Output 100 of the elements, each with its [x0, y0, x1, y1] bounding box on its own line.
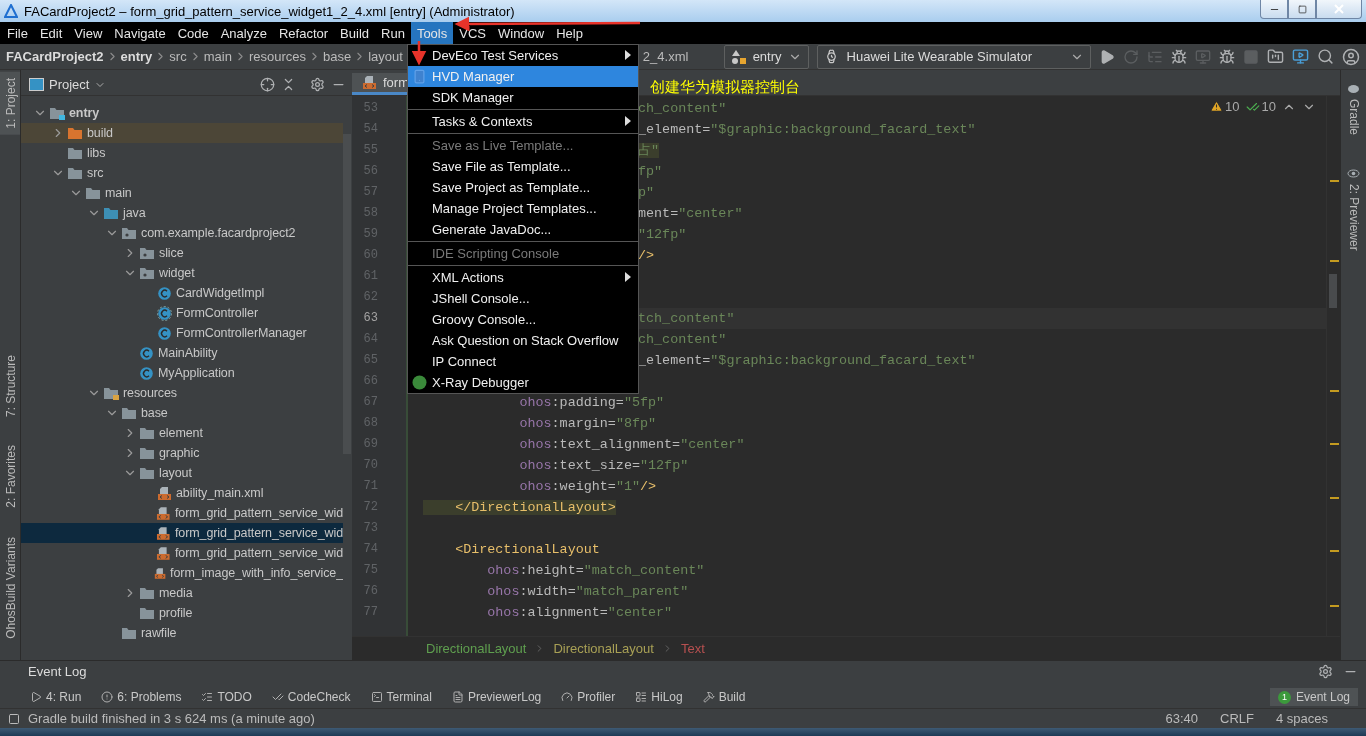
menu-item[interactable]: Groovy Console...	[408, 309, 638, 330]
tool-window-tab[interactable]: 1: Project	[0, 72, 20, 135]
scrollbar-thumb[interactable]	[343, 134, 351, 454]
restore-button[interactable]	[1288, 0, 1316, 19]
tool-window-tab[interactable]: 2: Favorites	[0, 438, 20, 514]
tool-window-button[interactable]: Profiler	[561, 690, 616, 704]
menu-item[interactable]: Refactor	[272, 22, 335, 44]
tree-item[interactable]: slice	[21, 243, 343, 263]
tool-window-button[interactable]: 6: Problems	[101, 690, 182, 704]
tree-item[interactable]: FormControllerManager	[21, 323, 343, 343]
tree-item[interactable]: resources	[21, 383, 343, 403]
tree-item[interactable]: MyApplication	[21, 363, 343, 383]
breadcrumb-item[interactable]: layout	[368, 49, 403, 64]
tree-item[interactable]: java	[21, 203, 343, 223]
indent-setting[interactable]: 4 spaces	[1275, 711, 1328, 726]
menu-item[interactable]: Manage Project Templates...	[408, 198, 638, 219]
line-separator[interactable]: CRLF	[1220, 711, 1254, 726]
tree-item[interactable]: entry	[21, 103, 343, 123]
tree-item[interactable]: graphic	[21, 443, 343, 463]
breadcrumb-item[interactable]: 2_4.xml	[642, 49, 689, 64]
tree-item[interactable]: element	[21, 423, 343, 443]
bug-icon[interactable]	[1219, 48, 1235, 65]
close-button[interactable]	[1316, 0, 1362, 19]
tree-item[interactable]: MainAbility	[21, 343, 343, 363]
menu-item[interactable]: Run	[375, 22, 411, 44]
tool-window-tab[interactable]: OhosBuild Variants	[0, 531, 20, 646]
locate-icon[interactable]	[260, 77, 275, 92]
project-view-dropdown[interactable]: Project	[29, 77, 107, 92]
search-icon[interactable]	[1317, 48, 1334, 65]
tree-item[interactable]: main	[21, 183, 343, 203]
tool-window-button[interactable]: TODO	[201, 690, 252, 704]
settings-icon[interactable]	[1318, 664, 1333, 679]
layout-icon[interactable]	[8, 712, 20, 725]
tree-item[interactable]: widget	[21, 263, 343, 283]
tool-window-button[interactable]: Terminal	[370, 690, 432, 704]
menu-item[interactable]: Code	[171, 22, 215, 44]
breadcrumb-item[interactable]: resources	[248, 49, 306, 64]
tool-window-tab[interactable]: Gradle	[1343, 76, 1364, 142]
tree-item[interactable]: CardWidgetImpl	[21, 283, 343, 303]
minimize-button[interactable]	[1260, 0, 1288, 19]
scrollbar-thumb[interactable]	[1329, 274, 1337, 308]
tree-item[interactable]: build	[21, 123, 343, 143]
menu-item[interactable]: Save Project as Template...	[408, 177, 638, 198]
menu-item[interactable]: Build	[334, 22, 375, 44]
menu-item[interactable]: Ask Question on Stack Overflow	[408, 330, 638, 351]
breadcrumb-item[interactable]: src	[169, 49, 187, 64]
breadcrumb-item[interactable]: DirectionalLayout	[426, 641, 527, 656]
tree-item[interactable]: profile	[21, 603, 343, 623]
device-dropdown[interactable]: Huawei Lite Wearable Simulator	[816, 44, 1091, 69]
menu-item[interactable]: Edit	[33, 22, 69, 44]
menu-item[interactable]: File	[1, 22, 34, 44]
settings-icon[interactable]	[310, 77, 325, 92]
menu-item[interactable]: Analyze	[214, 22, 273, 44]
tool-window-button[interactable]: HiLog	[635, 690, 683, 704]
account-icon[interactable]	[1342, 47, 1360, 66]
tool-window-button[interactable]: PreviewerLog	[451, 690, 542, 704]
menu-item[interactable]: XML Actions	[408, 267, 638, 288]
tree-item[interactable]: base	[21, 403, 343, 423]
menu-item[interactable]: X-Ray Debugger	[408, 372, 638, 393]
menu-item[interactable]: Tools	[410, 22, 454, 44]
tree-item[interactable]: libs	[21, 143, 343, 163]
caret-position[interactable]: 63:40	[1165, 711, 1198, 726]
menu-item[interactable]: HVD Manager	[408, 66, 638, 87]
tool-window-button[interactable]: 4: Run	[30, 690, 82, 704]
menu-item[interactable]: View	[68, 22, 109, 44]
menu-item[interactable]: Help	[550, 22, 589, 44]
tree-item[interactable]: FormController	[21, 303, 343, 323]
project-structure-icon[interactable]	[1267, 48, 1284, 65]
menu-item[interactable]: JShell Console...	[408, 288, 638, 309]
breadcrumb-item[interactable]: base	[322, 49, 352, 64]
tree-item[interactable]: form_grid_pattern_service_wid	[21, 543, 343, 563]
previewer-icon[interactable]	[1292, 48, 1309, 65]
menu-item[interactable]: Navigate	[108, 22, 172, 44]
tree-item[interactable]: src	[21, 163, 343, 183]
tree-item[interactable]: media	[21, 583, 343, 603]
tree-item[interactable]: com.example.facardproject2	[21, 223, 343, 243]
tool-window-button[interactable]: Build	[702, 690, 746, 704]
breadcrumb-item[interactable]: main	[203, 49, 232, 64]
breadcrumb-item[interactable]: entry	[120, 49, 153, 64]
tool-window-tab[interactable]: 2: Previewer	[1343, 161, 1364, 257]
tree-item[interactable]: ability_main.xml	[21, 483, 343, 503]
breadcrumb-item[interactable]: DirectionalLayout	[553, 641, 654, 656]
menu-item[interactable]: Window	[491, 22, 551, 44]
tree-item[interactable]: form_grid_pattern_service_wid	[21, 523, 343, 543]
run-icon[interactable]	[1099, 48, 1115, 65]
menu-item[interactable]: DevEco Test Services	[408, 45, 638, 66]
tree-item[interactable]: layout	[21, 463, 343, 483]
menu-item[interactable]: Generate JavaDoc...	[408, 219, 638, 240]
bug-icon[interactable]	[1171, 48, 1187, 65]
menu-item[interactable]: Save File as Template...	[408, 156, 638, 177]
tree-item[interactable]: rawfile	[21, 623, 343, 643]
tool-window-button[interactable]: 1 Event Log	[1269, 688, 1358, 706]
menu-item[interactable]: IP Connect	[408, 351, 638, 372]
tree-item[interactable]: form_image_with_info_service_	[21, 563, 343, 583]
tree-item[interactable]: form_grid_pattern_service_wid	[21, 503, 343, 523]
breadcrumb-item[interactable]: FACardProject2	[6, 49, 104, 64]
tool-window-button[interactable]: CodeCheck	[271, 690, 351, 704]
menu-item[interactable]: Tasks & Contexts	[408, 111, 638, 132]
tool-window-tab[interactable]: 7: Structure	[0, 348, 20, 423]
run-config-dropdown[interactable]: entry	[723, 44, 809, 69]
